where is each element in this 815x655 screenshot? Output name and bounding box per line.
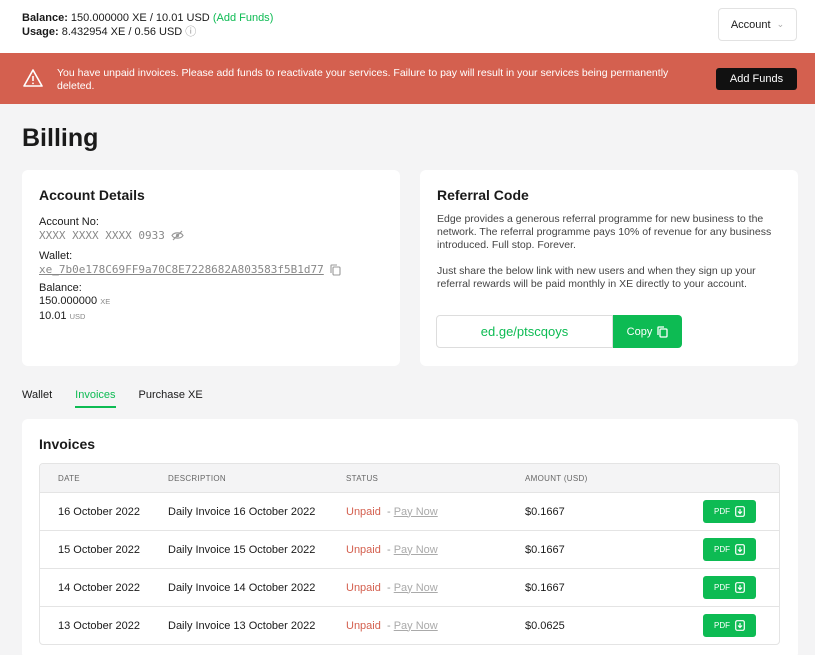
balance-xe-value: 150.000000: [39, 295, 98, 307]
warning-icon: [23, 69, 43, 87]
download-file-icon: [735, 544, 745, 555]
table-row: 16 October 2022 Daily Invoice 16 October…: [40, 492, 779, 530]
invoice-date: 14 October 2022: [58, 581, 140, 594]
copy-button-label: Copy: [626, 325, 653, 338]
balance-label: Balance:: [22, 12, 68, 24]
add-funds-button[interactable]: Add Funds: [716, 68, 797, 90]
wallet-address[interactable]: xe_7b0e178C69FF9a70C8E7228682A803583f5B1…: [39, 263, 324, 276]
pdf-label: PDF: [714, 507, 730, 516]
invoice-description: Daily Invoice 15 October 2022: [168, 543, 316, 556]
balance-usd-value: 10.01: [39, 310, 67, 322]
balance-value: 150.000000 XE / 10.01 USD: [70, 12, 210, 24]
add-funds-link[interactable]: Add Funds: [216, 12, 269, 24]
page-title: Billing: [22, 124, 99, 152]
column-header-date: DATE: [58, 473, 80, 483]
invoice-description: Daily Invoice 16 October 2022: [168, 505, 316, 518]
pdf-label: PDF: [714, 545, 730, 554]
top-bar: Balance: 150.000000 XE / 10.01 USD (Add …: [0, 0, 815, 53]
table-row: 14 October 2022 Daily Invoice 14 October…: [40, 568, 779, 606]
invoices-table: DATE DESCRIPTION STATUS AMOUNT (USD) 16 …: [39, 463, 780, 645]
pdf-download-button[interactable]: PDF: [703, 500, 756, 523]
download-file-icon: [735, 582, 745, 593]
column-header-description: DESCRIPTION: [168, 473, 226, 483]
table-header: DATE DESCRIPTION STATUS AMOUNT (USD): [40, 464, 779, 492]
invoice-amount: $0.1667: [525, 581, 565, 594]
pay-now-link[interactable]: Pay Now: [394, 620, 438, 632]
tab-invoices[interactable]: Invoices: [75, 389, 116, 408]
account-no-value: XXXX XXXX XXXX 0933: [39, 229, 165, 242]
balance-usd-unit: USD: [69, 312, 86, 321]
balance-summary: Balance: 150.000000 XE / 10.01 USD (Add …: [22, 12, 274, 38]
referral-link[interactable]: ed.ge/ptscqoys: [436, 315, 613, 348]
account-no-row: XXXX XXXX XXXX 0933: [39, 229, 383, 242]
column-header-status: STATUS: [346, 473, 379, 483]
balance-xe-unit: XE: [100, 297, 111, 306]
pdf-label: PDF: [714, 583, 730, 592]
balance-usd: 10.01 USD: [39, 309, 383, 324]
status-unpaid: Unpaid: [346, 505, 381, 518]
table-row: 15 October 2022 Daily Invoice 15 October…: [40, 530, 779, 568]
invoice-date: 13 October 2022: [58, 619, 140, 632]
invoice-amount: $0.1667: [525, 505, 565, 518]
eye-off-icon[interactable]: [171, 230, 184, 241]
pdf-download-button[interactable]: PDF: [703, 576, 756, 599]
referral-instructions: Just share the below link with new users…: [437, 265, 756, 290]
balance-label-card: Balance:: [39, 282, 82, 294]
pay-now-link[interactable]: Pay Now: [394, 582, 438, 594]
copy-icon: [657, 325, 668, 338]
balance-xe: 150.000000 XE: [39, 294, 383, 309]
referral-card: Referral Code Edge provides a generous r…: [420, 170, 798, 366]
status-unpaid: Unpaid: [346, 543, 381, 556]
account-details-heading: Account Details: [39, 187, 145, 203]
alert-message: You have unpaid invoices. Please add fun…: [57, 67, 669, 92]
download-file-icon: [735, 506, 745, 517]
invoices-card: Invoices DATE DESCRIPTION STATUS AMOUNT …: [22, 419, 798, 655]
wallet-row: xe_7b0e178C69FF9a70C8E7228682A803583f5B1…: [39, 263, 383, 276]
status-unpaid: Unpaid: [346, 581, 381, 594]
tab-wallet[interactable]: Wallet: [22, 389, 52, 408]
referral-description: Edge provides a generous referral progra…: [437, 213, 772, 251]
account-button[interactable]: Account ⌄: [718, 8, 797, 41]
account-details-card: Account Details Account No: XXXX XXXX XX…: [22, 170, 400, 366]
invoice-amount: $0.1667: [525, 543, 565, 556]
usage-value: 8.432954 XE / 0.56 USD: [61, 26, 183, 38]
usage-label: Usage:: [22, 26, 59, 38]
table-row: 13 October 2022 Daily Invoice 13 October…: [40, 606, 779, 644]
invoice-date: 16 October 2022: [58, 505, 140, 518]
invoice-description: Daily Invoice 14 October 2022: [168, 581, 316, 594]
status-unpaid: Unpaid: [346, 619, 381, 632]
wallet-label: Wallet:: [39, 250, 73, 262]
tab-purchase-xe[interactable]: Purchase XE: [139, 389, 203, 408]
download-file-icon: [735, 620, 745, 631]
invoices-heading: Invoices: [39, 436, 96, 452]
account-button-label: Account: [730, 18, 771, 31]
pdf-download-button[interactable]: PDF: [703, 538, 756, 561]
pay-now-link[interactable]: Pay Now: [394, 506, 438, 518]
pay-now-link[interactable]: Pay Now: [394, 544, 438, 556]
invoice-description: Daily Invoice 13 October 2022: [168, 619, 316, 632]
invoice-amount: $0.0625: [525, 619, 565, 632]
referral-heading: Referral Code: [437, 187, 529, 203]
account-no-label: Account No:: [39, 216, 99, 228]
pdf-label: PDF: [714, 621, 730, 630]
billing-tabs: Wallet Invoices Purchase XE: [22, 389, 203, 408]
copy-icon[interactable]: [330, 263, 341, 276]
info-icon[interactable]: ⓘ: [185, 26, 196, 38]
copy-referral-button[interactable]: Copy: [613, 315, 682, 348]
pdf-download-button[interactable]: PDF: [703, 614, 756, 637]
chevron-down-icon: ⌄: [776, 19, 785, 29]
column-header-amount: AMOUNT (USD): [525, 473, 588, 483]
unpaid-alert-banner: You have unpaid invoices. Please add fun…: [0, 53, 815, 104]
invoice-date: 15 October 2022: [58, 543, 140, 556]
